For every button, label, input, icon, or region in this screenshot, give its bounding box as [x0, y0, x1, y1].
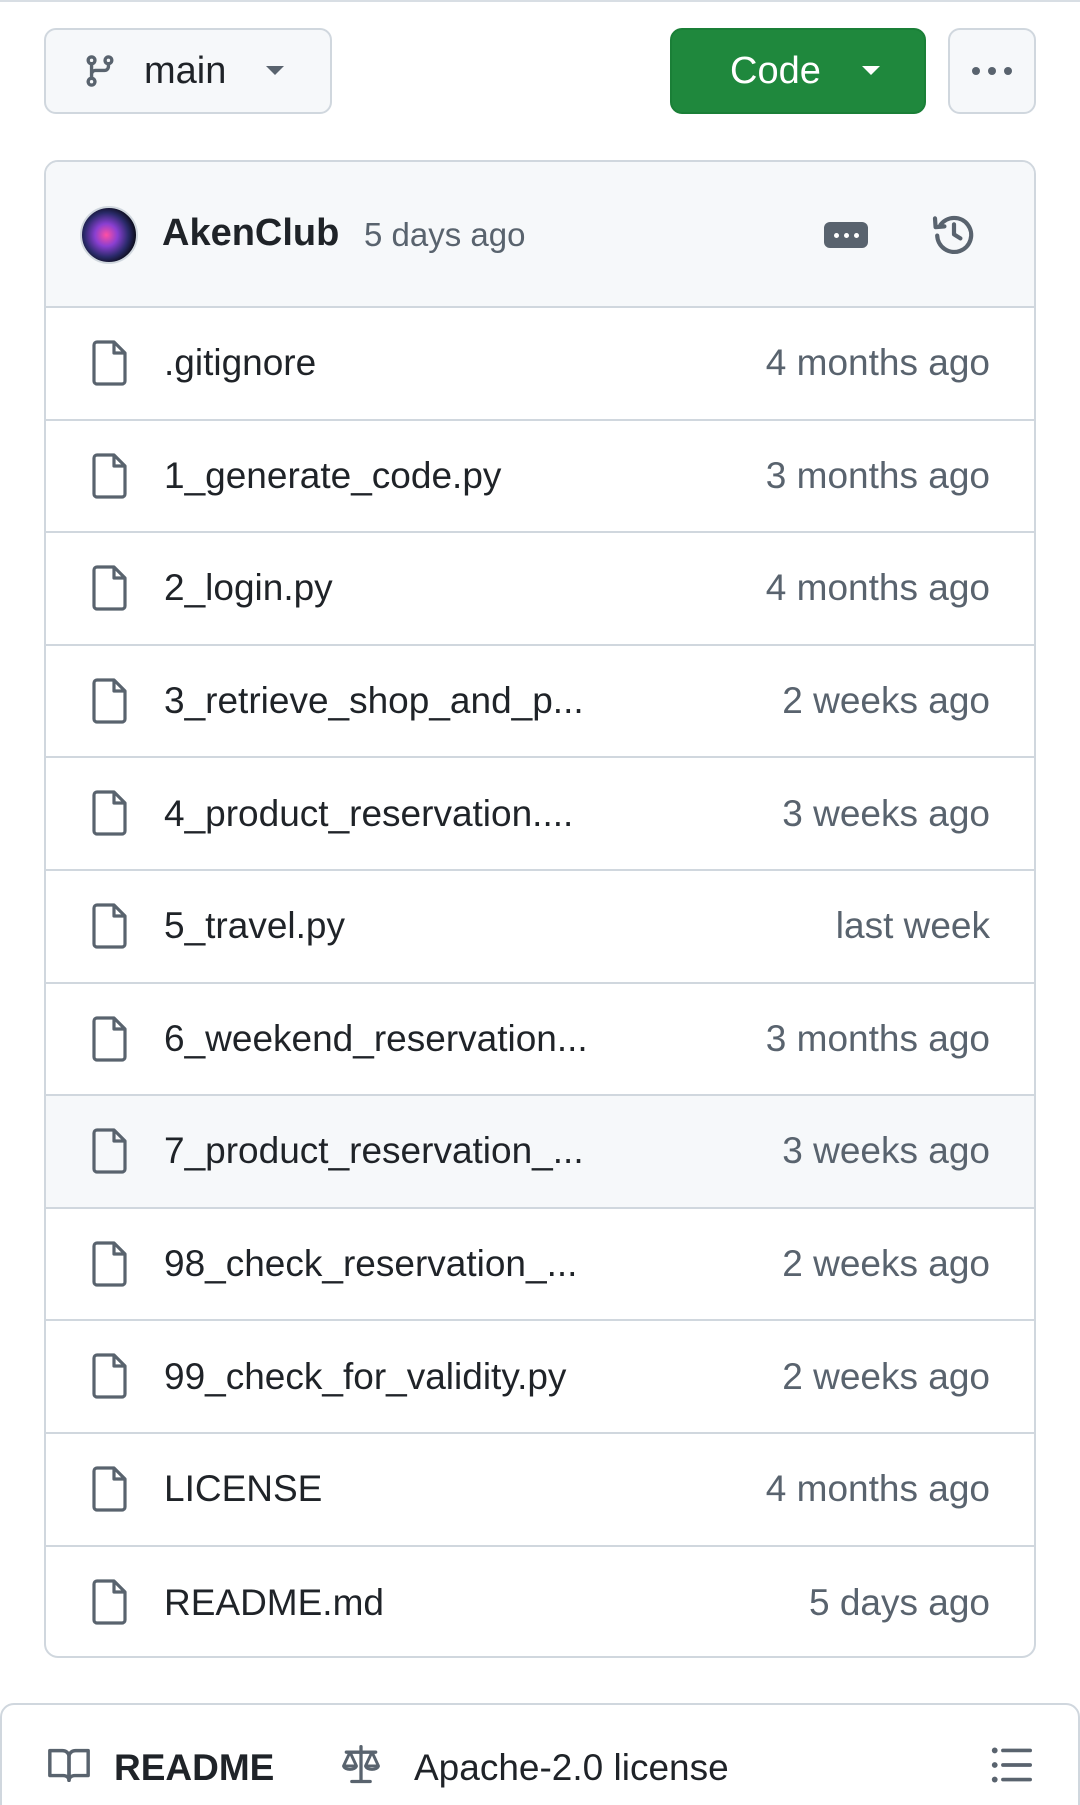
file-name-link[interactable]: 1_generate_code.py	[164, 455, 501, 497]
file-commit-age: 2 weeks ago	[782, 1243, 990, 1285]
top-divider	[0, 0, 1080, 2]
git-branch-icon	[86, 55, 114, 87]
file-row[interactable]: 2_login.py 4 months ago	[46, 533, 1034, 646]
code-button-label: Code	[730, 49, 821, 92]
history-icon[interactable]	[930, 210, 978, 258]
branch-label: main	[144, 49, 227, 92]
file-list-box: AkenClub 5 days ago .gitignore 4 months a…	[44, 160, 1036, 1658]
file-commit-age: 5 days ago	[808, 1581, 990, 1623]
file-row[interactable]: 3_retrieve_shop_and_p... 2 weeks ago	[46, 646, 1034, 759]
file-row[interactable]: LICENSE 4 months ago	[46, 1434, 1034, 1547]
file-name-link[interactable]: 4_product_reservation....	[164, 793, 573, 835]
file-name-link[interactable]: 5_travel.py	[164, 905, 345, 947]
file-icon	[92, 903, 127, 949]
file-row[interactable]: 99_check_for_validity.py 2 weeks ago	[46, 1321, 1034, 1434]
file-name-link[interactable]: 98_check_reservation_...	[164, 1243, 577, 1285]
caret-down-icon	[266, 66, 284, 75]
file-commit-age: 3 weeks ago	[782, 792, 990, 834]
file-row[interactable]: 5_travel.py last week	[46, 871, 1034, 984]
file-name-link[interactable]: 99_check_for_validity.py	[164, 1356, 566, 1398]
file-icon	[92, 565, 127, 611]
tab-license[interactable]: Apache-2.0 license	[414, 1747, 729, 1789]
readme-tab-bar: README Apache-2.0 license	[0, 1703, 1080, 1805]
list-unordered-icon[interactable]	[990, 1745, 1034, 1785]
file-icon	[92, 1241, 127, 1287]
file-icon	[92, 1015, 127, 1062]
code-button[interactable]: Code	[670, 28, 926, 114]
file-commit-age: last week	[835, 905, 990, 947]
branch-selector-button[interactable]: main	[44, 28, 332, 114]
file-row[interactable]: 6_weekend_reservation... 3 months ago	[46, 984, 1034, 1097]
file-commit-age: 3 months ago	[765, 454, 990, 496]
commit-time: 5 days ago	[364, 216, 526, 253]
file-name-link[interactable]: 7_product_reservation_...	[164, 1130, 584, 1172]
file-icon	[92, 1578, 127, 1625]
ellipsis-icon[interactable]	[824, 222, 868, 248]
file-commit-age: 3 weeks ago	[782, 1130, 990, 1172]
file-row[interactable]: .gitignore 4 months ago	[46, 308, 1034, 421]
file-row[interactable]: 7_product_reservation_... 3 weeks ago	[46, 1096, 1034, 1209]
file-row[interactable]: 4_product_reservation.... 3 weeks ago	[46, 758, 1034, 871]
file-icon	[92, 1353, 127, 1399]
law-icon	[342, 1745, 380, 1784]
book-icon	[48, 1748, 90, 1783]
kebab-horizontal-icon	[972, 67, 1012, 75]
file-name-link[interactable]: 2_login.py	[164, 567, 333, 609]
file-commit-age: 2 weeks ago	[782, 680, 990, 722]
file-row[interactable]: 1_generate_code.py 3 months ago	[46, 421, 1034, 534]
file-commit-age: 4 months ago	[765, 1468, 990, 1510]
file-name-link[interactable]: README.md	[164, 1582, 384, 1624]
file-icon	[92, 340, 127, 386]
file-name-link[interactable]: LICENSE	[164, 1468, 322, 1510]
file-icon	[92, 1128, 127, 1174]
file-row[interactable]: 98_check_reservation_... 2 weeks ago	[46, 1209, 1034, 1322]
file-icon	[92, 1466, 127, 1512]
file-commit-age: 4 months ago	[765, 567, 990, 609]
file-icon	[92, 790, 127, 836]
file-name-link[interactable]: 6_weekend_reservation...	[164, 1018, 588, 1060]
file-commit-age: 2 weeks ago	[782, 1355, 990, 1397]
file-icon	[92, 452, 127, 499]
file-commit-age: 4 months ago	[765, 342, 990, 384]
commit-author[interactable]: AkenClub	[162, 212, 339, 255]
file-name-link[interactable]: 3_retrieve_shop_and_p...	[164, 680, 584, 722]
avatar[interactable]	[80, 206, 138, 264]
caret-down-icon	[862, 66, 880, 75]
file-commit-age: 3 months ago	[765, 1017, 990, 1059]
latest-commit-bar: AkenClub 5 days ago	[46, 162, 1034, 308]
tab-readme[interactable]: README	[114, 1747, 274, 1789]
file-row[interactable]: README.md 5 days ago	[46, 1547, 1034, 1656]
file-name-link[interactable]: .gitignore	[164, 342, 316, 384]
file-icon	[92, 678, 127, 724]
more-options-button[interactable]	[948, 28, 1036, 114]
